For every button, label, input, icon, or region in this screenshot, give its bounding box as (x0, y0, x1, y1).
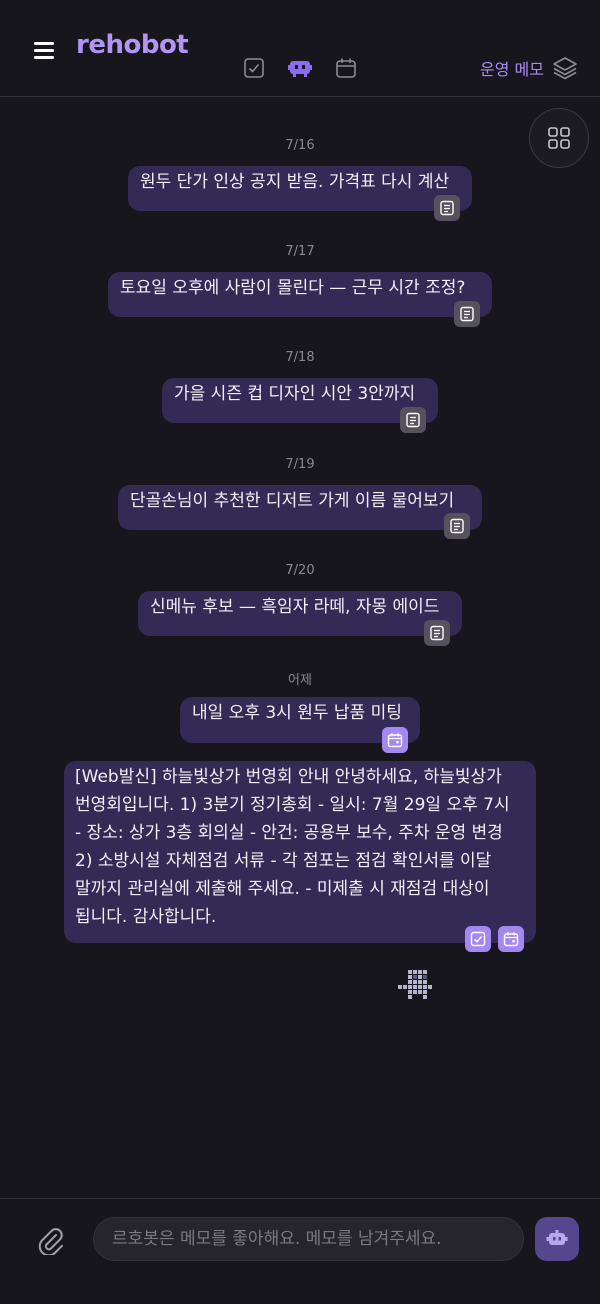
ops-memo-label: 운영 메모 (480, 60, 544, 79)
memo-text: 가을 시즌 컵 디자인 시안 3안까지 (174, 384, 416, 404)
memo-bubble[interactable]: 신메뉴 후보 — 흑임자 라떼, 자몽 에이드 (138, 591, 462, 636)
ops-memo-button[interactable]: 운영 메모 (480, 55, 578, 81)
robot-icon (288, 61, 312, 77)
note-tag[interactable] (444, 513, 470, 539)
memo-input[interactable] (93, 1217, 524, 1261)
robot-mascot-icon (398, 970, 432, 999)
checkbox-icon (470, 931, 486, 947)
memo-line: 번영회입니다. 1) 3분기 정기총회 - 일시: 7월 29일 오후 7시 (75, 795, 510, 815)
calendar-icon (387, 733, 403, 748)
checkbox-icon (244, 58, 264, 78)
memo-bubble[interactable]: 가을 시즌 컵 디자인 시안 3안까지 (162, 378, 438, 423)
todo-tag[interactable] (465, 926, 491, 952)
note-tag[interactable] (434, 195, 460, 221)
memo-text: 원두 단가 인상 공지 받음. 가격표 다시 계산 (140, 172, 450, 192)
memo-line: - 장소: 상가 3층 회의실 - 안건: 공용부 보수, 주차 운영 변경 (75, 823, 503, 843)
calendar-icon (336, 58, 356, 78)
memo-text: 신메뉴 후보 — 흑임자 라떼, 자몽 에이드 (150, 597, 440, 617)
note-icon (440, 200, 454, 216)
date-separator: 7/19 (285, 457, 315, 472)
memo-text: 내일 오후 3시 원두 납품 미팅 (192, 703, 402, 723)
date-separator: 7/18 (285, 350, 315, 365)
memo-text: [Web발신] 하늘빛상가 번영회 안내 안녕하세요, 하늘빛상가 번영회입니다… (75, 763, 533, 931)
note-tag[interactable] (454, 301, 480, 327)
note-icon (430, 625, 444, 641)
memo-line: 말까지 관리실에 제출해 주세요. - 미제출 시 재점검 대상이 (75, 879, 490, 899)
note-icon (450, 518, 464, 534)
date-separator: 7/16 (285, 138, 315, 153)
memo-line: 됩니다. 감사합니다. (75, 907, 217, 927)
layers-icon (553, 57, 577, 80)
memo-line: 2) 소방시설 자체점검 서류 - 각 점포는 점검 확인서를 이달 (75, 851, 492, 871)
menu-icon[interactable] (34, 42, 54, 60)
note-icon (460, 306, 474, 322)
memo-bubble[interactable]: [Web발신] 하늘빛상가 번영회 안내 안녕하세요, 하늘빛상가 번영회입니다… (64, 761, 536, 943)
memo-text: 토요일 오후에 사람이 몰린다 — 근무 시간 조정? (120, 278, 466, 298)
composer (0, 1198, 600, 1304)
tab-bot[interactable] (288, 57, 312, 79)
robot-icon (546, 1230, 568, 1245)
memo-bubble[interactable]: 단골손님이 추천한 디저트 가게 이름 물어보기 (118, 485, 482, 530)
calendar-tag[interactable] (382, 727, 408, 753)
send-button[interactable] (535, 1217, 579, 1261)
memo-bubble[interactable]: 토요일 오후에 사람이 몰린다 — 근무 시간 조정? (108, 272, 492, 317)
date-separator: 7/17 (285, 244, 315, 259)
note-tag[interactable] (400, 407, 426, 433)
tab-calendar[interactable] (335, 57, 357, 79)
calendar-icon (503, 932, 519, 947)
tab-todo[interactable] (243, 57, 265, 79)
app: rehobot 운영 메모 7/16 원두 단가 인상 공지 받음. 가격표 다… (0, 0, 600, 1304)
note-tag[interactable] (424, 620, 450, 646)
memo-text: 단골손님이 추천한 디저트 가게 이름 물어보기 (130, 491, 455, 511)
date-separator: 어제 (288, 673, 312, 688)
date-separator: 7/20 (285, 563, 315, 578)
memo-line: [Web발신] 하늘빛상가 번영회 안내 안녕하세요, 하늘빛상가 (75, 767, 502, 787)
app-title: rehobot (76, 30, 189, 60)
attach-button[interactable] (36, 1225, 64, 1257)
paperclip-icon (38, 1228, 63, 1257)
header: rehobot 운영 메모 (0, 0, 600, 97)
note-icon (406, 412, 420, 428)
calendar-tag[interactable] (498, 926, 524, 952)
memo-bubble[interactable]: 원두 단가 인상 공지 받음. 가격표 다시 계산 (128, 166, 472, 211)
